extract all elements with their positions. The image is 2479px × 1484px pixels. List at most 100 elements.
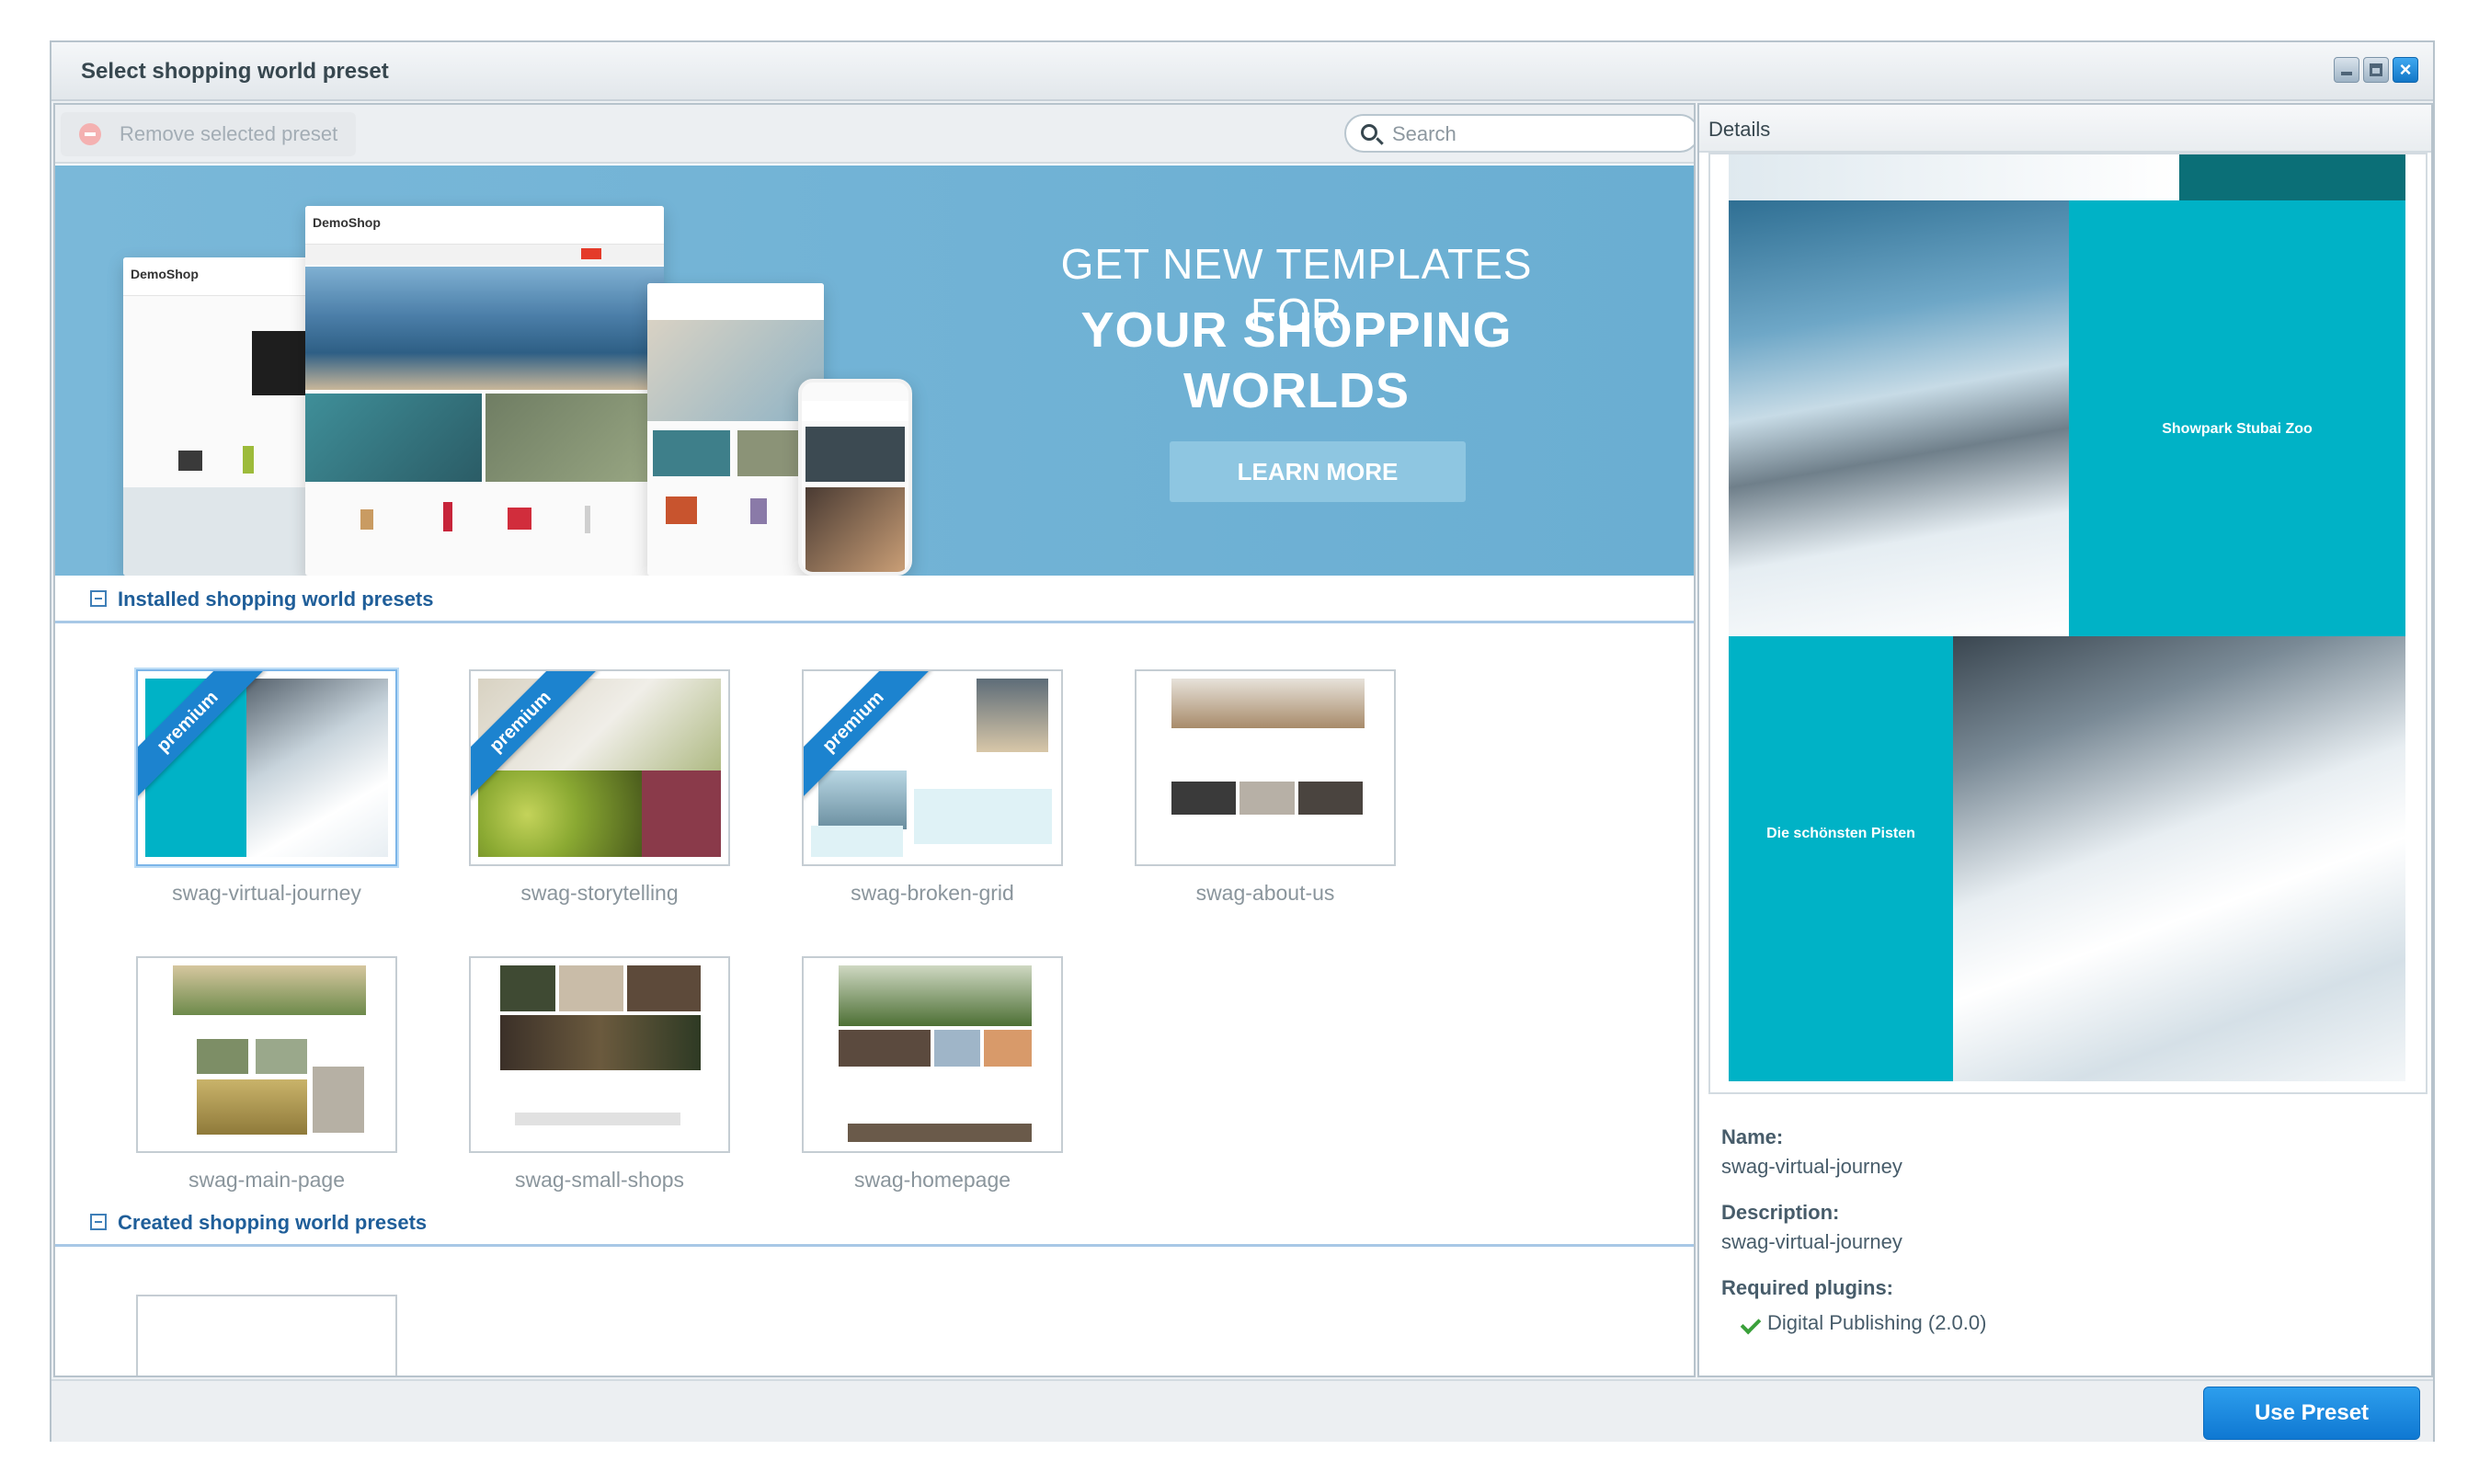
preset-name: swag-main-page [188,1168,346,1192]
thumb-block [500,1015,701,1070]
mock-tile [443,502,452,531]
dialog-footer: Use Preset [51,1379,2433,1442]
banner-line-2: YOUR SHOPPING [1080,303,1513,358]
thumb-block [197,1039,248,1074]
mock-tile [666,497,697,524]
mock-tile [805,427,905,482]
thumb-block [478,771,642,857]
mock-tile [805,487,905,572]
preset-thumbnail[interactable]: premium [469,669,730,866]
preview-caption-1: Showpark Stubai Zoo [2162,421,2313,437]
search-input[interactable] [1392,121,1686,147]
preset-thumbnail[interactable] [136,956,397,1153]
preset-name: swag-storytelling [520,881,679,905]
preview-block [2179,154,2405,200]
thumbnail-image [811,965,1054,1144]
mock-tile [178,451,202,471]
close-button[interactable]: × [2393,57,2418,83]
preset-thumbnail[interactable] [1135,669,1396,866]
use-preset-button[interactable]: Use Preset [2203,1387,2420,1440]
remove-preset-button[interactable]: Remove selected preset [61,112,357,156]
title-bar[interactable]: Select shopping world preset × [51,42,2433,101]
preview-caption-2: Die schönsten Pisten [1766,826,1915,841]
thumb-block [197,1079,307,1135]
mock-logo: DemoShop [313,215,381,230]
mock-tile [305,394,482,482]
collapse-icon[interactable] [90,590,107,607]
maximize-icon [2370,63,2382,76]
preset-thumbnail[interactable] [469,956,730,1153]
thumb-block [811,826,903,857]
close-icon: × [2399,58,2412,81]
store-banner[interactable]: DemoShop DemoShop GET NEW TEMPLATES FOR … [55,166,1694,576]
remove-preset-label: Remove selected preset [120,122,338,145]
thumb-block [848,1124,1032,1142]
preset-thumbnail[interactable]: premium [136,669,397,866]
mock-header [647,283,824,320]
name-value: swag-virtual-journey [1721,1155,1902,1178]
thumb-block [642,771,721,857]
preset-preview-image: Showpark Stubai Zoo Die schönsten Pisten [1729,154,2405,1081]
mock-tile [585,506,590,533]
mock-hero [305,267,664,390]
preset-thumbnail[interactable]: premium [802,669,1063,866]
installed-section-title: Installed shopping world presets [118,588,434,611]
check-icon [1740,1313,1762,1335]
mock-tile [123,487,335,576]
preset-name: swag-about-us [1195,881,1335,905]
mock-tile [653,430,730,476]
banner-subheadline: YOUR SHOPPING WORLDS [1039,300,1554,421]
collapse-icon[interactable] [90,1214,107,1230]
window-controls: × [2334,57,2418,83]
preset-list-panel: Remove selected preset DemoShop DemoShop [53,103,1696,1377]
toolbar: Remove selected preset [55,105,1694,164]
mock-header: DemoShop [123,257,335,296]
thumbnail-image [145,965,388,1144]
banner-mock-desktop-main: DemoShop [305,206,664,576]
mock-tile [486,394,664,482]
preview-block [1729,154,2179,200]
created-section-header[interactable]: Created shopping world presets [55,1199,1694,1247]
preset-name: swag-homepage [853,1168,1011,1192]
thumb-block [173,965,366,1015]
details-title: Details [1708,118,1771,141]
thumb-block [1298,782,1363,815]
thumb-block [839,965,1032,1026]
remove-icon [79,123,101,145]
mock-tile [508,508,531,530]
thumb-block [313,1067,364,1133]
mock-tile [252,331,307,395]
preset-name: swag-broken-grid [851,881,1014,905]
preview-block [1953,636,2405,1081]
empty-preset-placeholder[interactable] [136,1295,397,1376]
minimize-button[interactable] [2334,57,2359,83]
preview-block [2069,200,2405,636]
plugin-item: Digital Publishing (2.0.0) [1767,1311,1987,1334]
installed-section-header[interactable]: Installed shopping world presets [55,576,1694,623]
details-header: Details [1699,105,2431,153]
thumb-block [627,965,701,1011]
search-field[interactable] [1344,114,1694,153]
mock-nav [305,245,664,265]
thumb-block [934,1030,980,1067]
mock-tile [750,498,767,524]
mock-header: DemoShop [305,206,664,245]
maximize-button[interactable] [2363,57,2389,83]
mock-tile [360,509,373,530]
thumb-block [1240,782,1295,815]
thumb-block [500,965,555,1011]
mock-tile [243,446,254,474]
required-plugins-label: Required plugins: [1721,1276,1893,1299]
mock-sale-tag [581,248,601,259]
preview-block [1729,636,1953,1081]
thumb-block [914,789,1052,844]
minimize-icon [2341,72,2352,75]
preset-thumbnail[interactable] [802,956,1063,1153]
thumb-block [818,771,907,829]
description-value: swag-virtual-journey [1721,1230,1902,1253]
search-icon [1361,124,1377,141]
learn-more-button[interactable]: LEARN MORE [1170,441,1466,502]
details-panel: Details Showpark Stubai Zoo Die schönste… [1697,103,2433,1377]
thumb-block [256,1039,307,1074]
thumb-block [559,965,623,1011]
